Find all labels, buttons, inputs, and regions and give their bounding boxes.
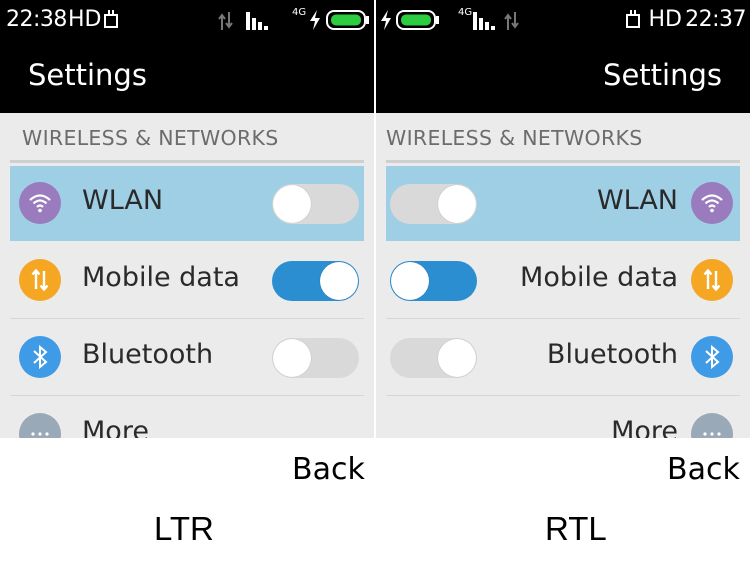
settings-item-label: Mobile data xyxy=(82,262,240,293)
status-bar: 22:38 HD 4G xyxy=(0,0,374,40)
settings-item-label: Mobile data xyxy=(520,262,678,293)
settings-item-bluetooth[interactable]: Bluetooth xyxy=(10,320,364,396)
app-title-bar: Settings xyxy=(0,40,374,113)
ltr-settings-screen: 22:38 HD 4G Settings WIRELESS & NETWORKS… xyxy=(0,0,374,438)
mobile-data-toggle[interactable] xyxy=(390,261,477,301)
usb-debug-icon xyxy=(104,10,118,28)
settings-item-wlan[interactable]: WLAN xyxy=(386,166,740,241)
toggle-knob xyxy=(391,262,429,300)
back-button-rtl[interactable]: Back xyxy=(667,452,740,487)
toggle-knob xyxy=(438,185,476,223)
toggle-knob xyxy=(273,185,311,223)
wifi-icon xyxy=(691,182,733,224)
signal-icon xyxy=(473,12,495,30)
wifi-icon xyxy=(19,182,61,224)
status-clock: 22:38 xyxy=(6,7,67,32)
section-header: WIRELESS & NETWORKS xyxy=(10,113,364,163)
settings-item-mobile-data[interactable]: Mobile data xyxy=(10,243,364,319)
data-transfer-icon xyxy=(504,12,519,30)
bluetooth-icon xyxy=(691,336,733,378)
toggle-knob xyxy=(320,262,358,300)
ltr-caption: LTR xyxy=(154,510,214,547)
hd-indicator: HD xyxy=(648,7,682,32)
settings-item-label: Bluetooth xyxy=(546,339,678,370)
settings-item-wlan[interactable]: WLAN xyxy=(10,166,364,241)
rtl-caption: RTL xyxy=(545,510,607,547)
page-title: Settings xyxy=(28,58,147,92)
section-header: WIRELESS & NETWORKS xyxy=(386,113,740,163)
back-button-ltr[interactable]: Back xyxy=(292,452,365,487)
battery-icon xyxy=(396,10,439,30)
status-bar: 4G HD 22:37 xyxy=(376,0,750,40)
page-title: Settings xyxy=(603,58,722,92)
charging-bolt-icon xyxy=(310,10,320,30)
settings-item-mobile-data[interactable]: Mobile data xyxy=(386,243,740,319)
usb-debug-icon xyxy=(626,10,640,28)
rtl-settings-screen: 4G HD 22:37 Settings WIRELESS & NETWORKS xyxy=(376,0,750,438)
battery-icon xyxy=(326,10,369,30)
row-divider xyxy=(386,395,740,396)
hd-indicator: HD xyxy=(68,7,102,32)
bluetooth-toggle[interactable] xyxy=(272,338,359,378)
signal-icon xyxy=(246,12,268,30)
section-header-label: WIRELESS & NETWORKS xyxy=(386,126,643,150)
settings-item-label: More xyxy=(611,416,678,438)
data-transfer-icon xyxy=(218,12,233,30)
wlan-toggle[interactable] xyxy=(390,184,477,224)
bluetooth-icon xyxy=(19,336,61,378)
row-divider xyxy=(10,395,364,396)
mobile-data-icon xyxy=(19,259,61,301)
settings-item-more[interactable]: More xyxy=(386,397,740,438)
settings-item-label: Bluetooth xyxy=(82,339,214,370)
row-divider xyxy=(10,318,364,319)
charging-bolt-icon xyxy=(381,10,391,30)
more-icon xyxy=(691,413,733,438)
comparison-stage: 22:38 HD 4G Settings WIRELESS & NETWORKS… xyxy=(0,0,750,575)
bluetooth-toggle[interactable] xyxy=(390,338,477,378)
toggle-knob xyxy=(438,339,476,377)
settings-item-label: More xyxy=(82,416,149,438)
wlan-toggle[interactable] xyxy=(272,184,359,224)
settings-item-label: WLAN xyxy=(82,185,164,216)
section-header-label: WIRELESS & NETWORKS xyxy=(22,126,279,150)
settings-item-label: WLAN xyxy=(596,185,678,216)
toggle-knob xyxy=(273,339,311,377)
settings-item-bluetooth[interactable]: Bluetooth xyxy=(386,320,740,396)
status-clock: 22:37 xyxy=(685,7,746,32)
mobile-data-icon xyxy=(691,259,733,301)
app-title-bar: Settings xyxy=(376,40,750,113)
row-divider xyxy=(386,318,740,319)
mobile-data-toggle[interactable] xyxy=(272,261,359,301)
more-icon xyxy=(19,413,61,438)
network-type: 4G xyxy=(292,7,307,18)
network-type: 4G xyxy=(458,7,473,18)
settings-item-more[interactable]: More xyxy=(10,397,364,438)
